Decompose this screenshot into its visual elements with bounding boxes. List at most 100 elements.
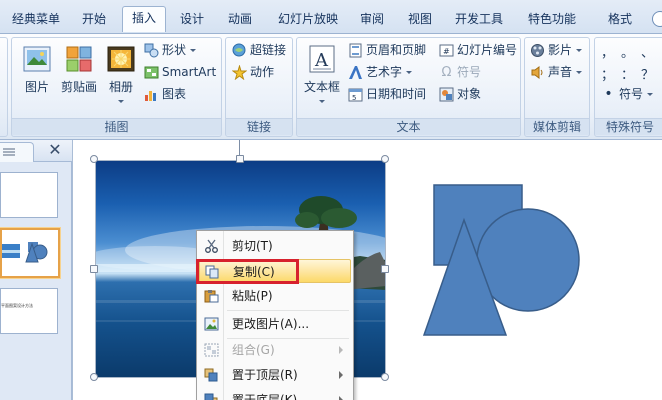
object-button[interactable]: 对象 [439,84,481,104]
datetime-button[interactable]: 5 日期和时间 [348,84,426,104]
tab-format[interactable]: 格式 [598,8,642,34]
hyperlink-button[interactable]: 超链接 [232,40,286,60]
chart-button[interactable]: 图表 [144,84,186,104]
tab-classic-menu[interactable]: 经典菜单 [4,8,68,34]
resize-handle-right[interactable] [381,265,389,273]
hyperlink-icon [232,43,246,57]
movie-label: 影片 [548,43,573,57]
ribbon-group-illustrations: 图片 剪贴画 相册 形状 SmartArt 图表 插图 [11,37,222,137]
calendar-icon: 5 [348,88,363,102]
tab-animation[interactable]: 动画 [218,8,262,34]
hyperlink-label: 超链接 [250,43,287,57]
ribbon-tab-bar: 经典菜单 开始 插入 设计 动画 幻灯片放映 审阅 视图 开发工具 特色功能 格… [0,0,662,34]
menu-label-send-to-back: 置于底层(K) [232,393,298,400]
help-icon[interactable] [652,11,662,27]
shapes-dropdown-arrow [190,49,197,52]
submenu-arrow-icon [339,346,343,354]
tab-review[interactable]: 审阅 [352,8,392,34]
menu-label-cut: 剪切(T) [232,239,273,253]
group-label-special: 特殊符号 [595,118,662,135]
menu-label-bring-to-front: 置于顶层(R) [232,368,298,382]
shape-group[interactable] [420,180,590,340]
chart-label: 图表 [162,87,187,101]
tab-home[interactable]: 开始 [72,8,116,34]
menu-label-paste: 粘贴(P) [232,289,273,303]
slide-number-label: 幻灯片编号 [457,43,518,57]
close-panel-icon[interactable]: ✕ [46,141,64,159]
slide-thumbnail-3[interactable]: 平面图案设计方法 [0,288,58,334]
ribbon-group-special-symbols: ， 。 、 ； ： ？ • 符号 特殊符号 [594,37,662,137]
outline-icon [3,148,15,156]
album-label: 相册 [108,80,133,94]
menu-item-cut[interactable]: 剪切(T) [199,234,351,258]
datetime-label: 日期和时间 [366,87,427,101]
menu-item-paste[interactable]: 粘贴(P) [199,284,351,308]
menu-item-send-to-back[interactable]: 置于底层(K) [199,388,351,400]
action-label: 动作 [250,65,275,79]
special-symbol-dropdown-arrow [647,93,654,96]
group-label-links: 链接 [226,118,292,135]
header-footer-icon [349,43,362,58]
tab-design[interactable]: 设计 [170,8,214,34]
textbox-label: 文本框 [303,80,340,94]
album-button[interactable]: 相册 [104,44,138,103]
menu-separator-1 [227,310,349,311]
special-mark-colon[interactable]: ： [621,64,634,83]
object-icon [439,87,454,102]
special-mark-period[interactable]: 。 [621,42,634,61]
slide-number-button[interactable]: # 幻灯片编号 [439,40,517,60]
shapes-button[interactable]: 形状 [144,40,197,60]
resize-handle-left[interactable] [90,265,98,273]
wordart-dropdown-arrow [406,71,413,74]
album-dropdown-arrow[interactable] [118,100,124,103]
sound-button[interactable]: 声音 [530,62,583,82]
special-mark-enum-comma[interactable]: 、 [641,42,654,61]
resize-handle-top-left[interactable] [90,155,98,163]
resize-handle-top[interactable] [236,155,244,163]
ribbon-group-links: 超链接 动作 链接 [225,37,293,137]
slide-number-icon: # [439,44,454,57]
panel-header: ✕ [0,140,72,162]
wordart-button[interactable]: 艺术字 [348,62,413,82]
slide-thumbnail-panel: ✕ 平面图案设计方法 [0,140,72,400]
menu-item-group[interactable]: 组合(G) [199,338,351,362]
slide-3-caption: 平面图案设计方法 [1,303,33,308]
header-footer-button[interactable]: 页眉和页脚 [348,40,426,60]
menu-item-change-picture[interactable]: 更改图片(A)... [199,312,351,336]
picture-label: 图片 [24,80,49,94]
special-mark-question[interactable]: ？ [641,64,654,83]
resize-handle-bottom-right[interactable] [381,373,389,381]
submenu-arrow-icon [339,396,343,400]
highlight-annotation-box [196,259,299,284]
special-mark-comma[interactable]: ， [601,42,614,61]
slide-thumbnail-1[interactable] [0,172,58,218]
resize-handle-bottom-left[interactable] [90,373,98,381]
special-symbol-button[interactable]: • 符号 [601,84,654,104]
textbox-dropdown-arrow[interactable] [319,100,325,103]
special-mark-semicolon[interactable]: ； [601,64,614,83]
tab-developer[interactable]: 开发工具 [446,8,512,34]
object-label: 对象 [457,87,482,101]
menu-item-bring-to-front[interactable]: 置于顶层(R) [199,363,351,387]
tab-insert[interactable]: 插入 [122,6,166,32]
symbol-button[interactable]: Ω 符号 [439,62,481,82]
menu-label-change-picture: 更改图片(A)... [232,317,310,331]
tab-outline[interactable] [0,142,34,162]
tab-view[interactable]: 视图 [398,8,442,34]
textbox-icon: A [309,45,335,73]
resize-handle-top-right[interactable] [381,155,389,163]
movie-button[interactable]: 影片 [530,40,583,60]
textbox-button[interactable]: A 文本框 [302,44,342,103]
tab-features[interactable]: 特色功能 [518,8,586,34]
clipart-button[interactable]: 剪贴画 [58,44,100,95]
smartart-button[interactable]: SmartArt [144,62,216,82]
picture-button[interactable]: 图片 [20,44,54,95]
menu-label-group: 组合(G) [232,343,275,357]
tab-slideshow[interactable]: 幻灯片放映 [268,8,348,34]
slide-thumbnail-2[interactable] [0,228,60,278]
smartart-icon [144,66,159,79]
omega-icon: Ω [441,65,452,80]
shapes-icon [144,43,159,58]
ribbon: 图片 剪贴画 相册 形状 SmartArt 图表 插图 超链接 动作 链接 A … [0,34,662,140]
action-button[interactable]: 动作 [232,62,274,82]
